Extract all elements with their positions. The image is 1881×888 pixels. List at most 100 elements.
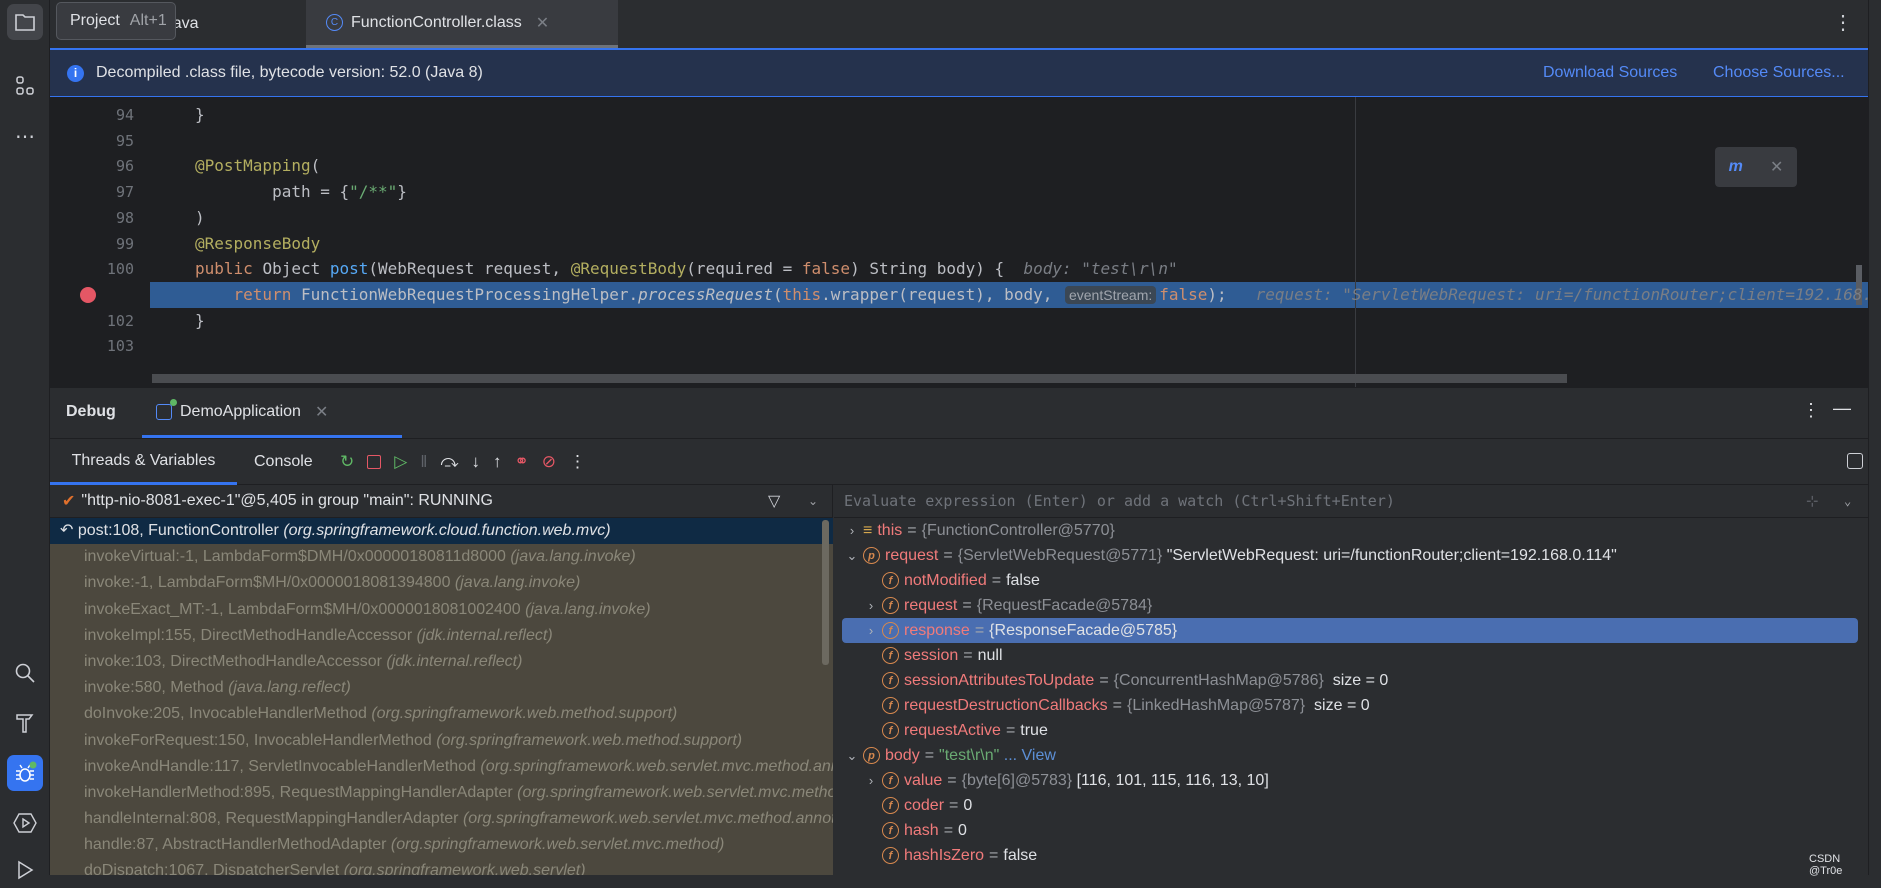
stack-frame[interactable]: invokeExact_MT:-1, LambdaForm$MH/0x00000… bbox=[50, 597, 833, 623]
step-out-icon[interactable]: ↑ bbox=[493, 452, 502, 472]
inline-value-hint: request: "ServletWebRequest: uri=/functi… bbox=[1226, 284, 1868, 304]
chevron-down-icon[interactable]: ⌄ bbox=[844, 548, 860, 564]
minimize-icon[interactable]: — bbox=[1833, 398, 1851, 419]
stack-frame[interactable]: invokeImpl:155, DirectMethodHandleAccess… bbox=[50, 623, 833, 649]
more-icon[interactable]: ⋮ bbox=[569, 452, 586, 472]
chevron-right-icon[interactable]: › bbox=[863, 598, 879, 613]
stack-frame[interactable]: doInvoke:205, InvocableHandlerMethod (or… bbox=[50, 701, 833, 727]
code-token: (required = bbox=[686, 259, 802, 279]
debug-bug-icon[interactable] bbox=[7, 755, 43, 791]
thread-selector[interactable]: ✔ "http-nio-8081-exec-1"@5,405 in group … bbox=[50, 485, 833, 518]
stack-frame[interactable]: invokeHandlerMethod:895, RequestMappingH… bbox=[50, 780, 833, 806]
code-token: ) bbox=[195, 207, 205, 227]
more-actions-icon[interactable]: ⋮ bbox=[1833, 10, 1853, 35]
stack-frame[interactable]: doDispatch:1067, DispatcherServlet (org.… bbox=[50, 858, 833, 875]
code-line: return FunctionWebRequestProcessingHelpe… bbox=[195, 282, 1868, 308]
stack-frame[interactable]: invoke:-1, LambdaForm$MH/0x0000018081394… bbox=[50, 570, 833, 596]
code-token: ); bbox=[1207, 284, 1227, 304]
build-hammer-icon[interactable] bbox=[7, 705, 43, 741]
chevron-down-icon[interactable]: ⌄ bbox=[808, 494, 818, 508]
variable-row[interactable]: f hash = 0 bbox=[834, 818, 1868, 843]
layout-icon[interactable] bbox=[1847, 453, 1863, 469]
frame-method: post:108, FunctionController bbox=[77, 522, 284, 539]
stack-frame[interactable]: invokeForRequest:150, InvocableHandlerMe… bbox=[50, 728, 833, 754]
line-number: 96 bbox=[115, 157, 134, 176]
variable-row[interactable]: › f request = {RequestFacade@5784} bbox=[834, 593, 1868, 618]
code-token: processRequest bbox=[638, 284, 773, 304]
tab-threads-variables[interactable]: Threads & Variables bbox=[50, 439, 237, 485]
mute-breakpoints-icon[interactable]: ⊘ bbox=[542, 452, 556, 472]
project-tooltip: Project Alt+1 bbox=[56, 2, 176, 40]
more-options-icon[interactable]: ⋮ bbox=[1802, 400, 1820, 421]
field-icon: f bbox=[882, 772, 899, 789]
run-icon[interactable] bbox=[7, 852, 43, 888]
filter-icon[interactable]: ▽ bbox=[768, 491, 780, 511]
variable-ref: {ConcurrentHashMap@5786} bbox=[1113, 671, 1324, 689]
project-folder-icon[interactable] bbox=[7, 4, 43, 40]
code-editor[interactable]: 94 95 96 97 98 99 100 102 103 m ✕ } @PostMapping( … bbox=[50, 97, 1868, 387]
choose-sources-link[interactable]: Choose Sources... bbox=[1713, 64, 1845, 82]
frame-package: (jdk.internal.reflect) bbox=[416, 626, 553, 644]
variables-tree[interactable]: › ≡ this = {FunctionController@5770} ⌄ p reques… bbox=[834, 518, 1868, 868]
variable-row[interactable]: › f value = {byte[6]@5783} [116, 101, 115, 1… bbox=[834, 768, 1868, 793]
code-token: false bbox=[1159, 284, 1208, 304]
search-icon[interactable] bbox=[7, 655, 43, 691]
variable-row[interactable]: ⌄ p request = {ServletWebRequest@5771} "Serv… bbox=[834, 543, 1868, 568]
code-area[interactable]: } @PostMapping( path = {"/**"}) @ResponseB… bbox=[150, 97, 1868, 387]
variable-value: false bbox=[1003, 846, 1038, 864]
chevron-right-icon[interactable]: › bbox=[844, 523, 860, 538]
frame-list[interactable]: ↶ post:108, FunctionController (org.spri… bbox=[50, 518, 833, 875]
equals: = bbox=[947, 771, 957, 789]
structure-icon[interactable] bbox=[7, 68, 43, 104]
variable-row[interactable]: f sessionAttributesToUpdate = {ConcurrentHa… bbox=[834, 668, 1868, 693]
variable-row[interactable]: f hashIsZero = false bbox=[834, 843, 1868, 868]
add-watch-icon[interactable]: ⊹ bbox=[1806, 492, 1819, 510]
variable-row[interactable]: f notModified = false bbox=[834, 568, 1868, 593]
variable-row[interactable]: ⌄ p body = "test\r\n" ... View bbox=[834, 743, 1868, 768]
chevron-down-icon[interactable]: ⌄ bbox=[844, 748, 860, 764]
chevron-right-icon[interactable]: › bbox=[863, 773, 879, 788]
tooltip-label: Project bbox=[70, 12, 120, 29]
view-link[interactable]: ... View bbox=[999, 747, 1056, 765]
stack-frame[interactable]: handle:87, AbstractHandlerMethodAdapter … bbox=[50, 832, 833, 858]
close-session-icon[interactable]: ✕ bbox=[315, 402, 328, 422]
variable-name: requestDestructionCallbacks bbox=[904, 696, 1108, 714]
stack-frame[interactable]: invoke:580, Method (java.lang.reflect) bbox=[50, 675, 833, 701]
tab-console[interactable]: Console bbox=[254, 439, 313, 485]
rerun-icon[interactable]: ↻ bbox=[340, 452, 354, 472]
stack-frame[interactable]: invokeVirtual:-1, LambdaForm$DMH/0x00000… bbox=[50, 544, 833, 570]
frames-scrollbar[interactable] bbox=[822, 520, 829, 665]
services-icon[interactable] bbox=[7, 805, 43, 841]
tab-functioncontroller-class[interactable]: C FunctionController.class ✕ bbox=[306, 0, 618, 48]
step-into-icon[interactable]: ↓ bbox=[472, 452, 481, 472]
tab-label: Console bbox=[254, 453, 313, 470]
more-icon[interactable]: ⋯ bbox=[7, 118, 43, 154]
variable-row[interactable]: › ≡ this = {FunctionController@5770} bbox=[834, 518, 1868, 543]
chevron-right-icon[interactable]: › bbox=[863, 623, 879, 638]
stack-frame[interactable]: invoke:103, DirectMethodHandleAccessor (… bbox=[50, 649, 833, 675]
resume-icon[interactable]: ▷ bbox=[394, 452, 407, 472]
variable-row[interactable]: › f response = {ResponseFacade@5785} bbox=[842, 618, 1858, 643]
breakpoint-icon[interactable] bbox=[80, 286, 96, 303]
stack-frame[interactable]: handleInternal:808, RequestMappingHandle… bbox=[50, 806, 833, 832]
debug-session-tab[interactable]: DemoApplication ✕ bbox=[142, 388, 402, 438]
stop-icon[interactable] bbox=[367, 455, 382, 469]
variable-row[interactable]: f coder = 0 bbox=[834, 793, 1868, 818]
pause-icon[interactable]: ‖ bbox=[420, 452, 427, 472]
view-breakpoints-icon[interactable]: ⚭ bbox=[515, 452, 529, 472]
evaluate-expression-input[interactable]: Evaluate expression (Enter) or add a wat… bbox=[834, 485, 1868, 518]
chevron-down-icon[interactable]: ⌄ bbox=[1844, 494, 1851, 508]
download-sources-link[interactable]: Download Sources bbox=[1543, 64, 1677, 82]
variable-row[interactable]: f requestDestructionCallbacks = {LinkedHash… bbox=[834, 693, 1868, 718]
close-tab-icon[interactable]: ✕ bbox=[536, 13, 549, 33]
stack-frame[interactable]: invokeAndHandle:117, ServletInvocableHan… bbox=[50, 754, 833, 780]
stack-frame[interactable]: ↶ post:108, FunctionController (org.spri… bbox=[50, 518, 833, 545]
tab-label: Threads & Variables bbox=[71, 451, 216, 469]
variable-name: request bbox=[904, 596, 958, 614]
variable-row[interactable]: f requestActive = true bbox=[834, 718, 1868, 743]
step-over-icon[interactable]: ⤼ bbox=[440, 452, 458, 472]
line-gutter[interactable]: 94 95 96 97 98 99 100 102 103 bbox=[50, 97, 150, 387]
variable-row[interactable]: f session = null bbox=[834, 643, 1868, 668]
frame-method: invoke:-1, LambdaForm$MH/0x0000018081394… bbox=[84, 574, 455, 592]
session-label: DemoApplication bbox=[180, 402, 301, 420]
